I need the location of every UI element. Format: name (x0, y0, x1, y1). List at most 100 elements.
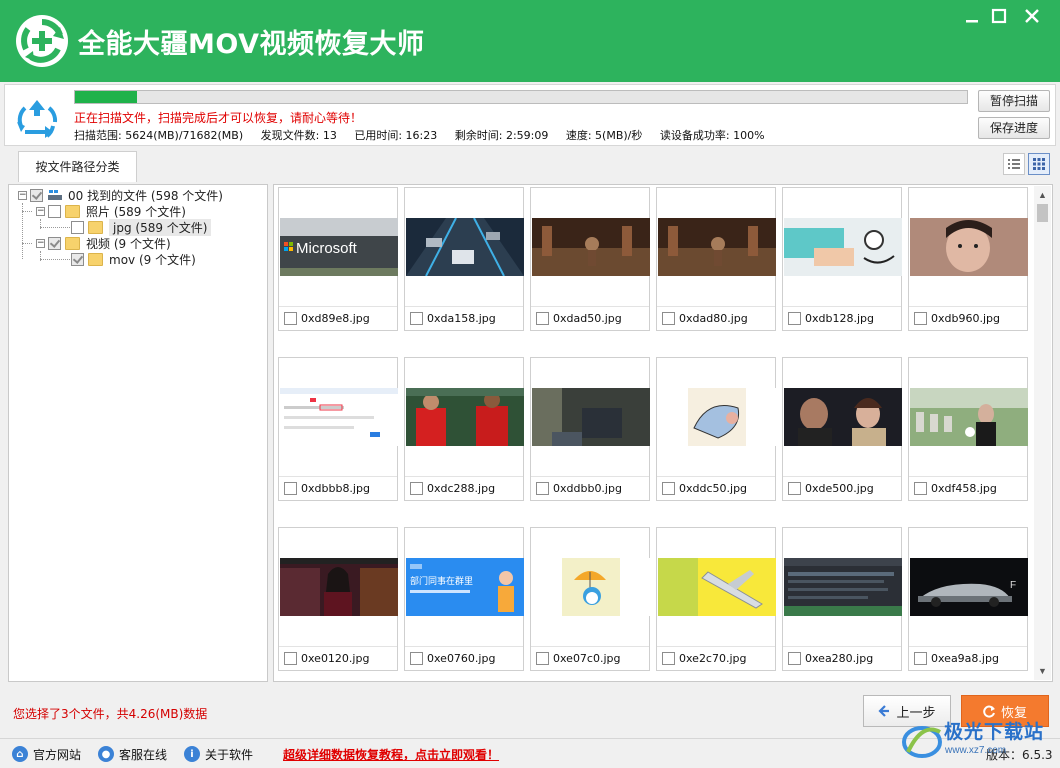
collapse-icon[interactable]: − (36, 206, 45, 216)
file-checkbox[interactable] (536, 482, 549, 495)
tree-item-mov[interactable]: mov (9 个文件) (71, 251, 196, 267)
file-checkbox[interactable] (284, 652, 297, 665)
file-thumbnail[interactable] (784, 388, 902, 446)
file-card[interactable]: 0xdad80.jpg (656, 187, 776, 331)
file-card[interactable]: 0xdb128.jpg (782, 187, 902, 331)
file-name: 0xdad50.jpg (553, 312, 622, 325)
file-checkbox[interactable] (410, 312, 423, 325)
maximize-icon[interactable] (988, 5, 1010, 27)
collapse-icon[interactable]: − (18, 190, 27, 200)
file-thumbnail[interactable] (280, 388, 398, 446)
file-thumbnail[interactable] (910, 218, 1028, 276)
about-label: 关于软件 (205, 747, 254, 762)
file-name: 0xdb128.jpg (805, 312, 874, 325)
tree-item-videos[interactable]: − 视频 (9 个文件) (36, 235, 171, 251)
close-icon[interactable] (1021, 5, 1043, 27)
file-card[interactable]: 0xe2c70.jpg (656, 527, 776, 671)
file-thumbnail[interactable] (784, 218, 902, 276)
file-checkbox[interactable] (662, 482, 675, 495)
file-checkbox[interactable] (662, 312, 675, 325)
file-thumbnail[interactable]: F (910, 558, 1028, 616)
drive-icon (47, 189, 63, 201)
mov-checkbox[interactable] (71, 252, 84, 266)
file-card[interactable]: 0xe07c0.jpg (530, 527, 650, 671)
file-checkbox[interactable] (410, 652, 423, 665)
file-card[interactable]: 0xdb960.jpg (908, 187, 1028, 331)
file-card[interactable]: 0xdc288.jpg (404, 357, 524, 501)
file-card[interactable]: 0xe0120.jpg (278, 527, 398, 671)
file-thumbnail[interactable]: Microsoft (280, 218, 398, 276)
file-name: 0xdbbb8.jpg (301, 482, 370, 495)
file-thumbnail[interactable] (406, 388, 524, 446)
file-thumbnail[interactable] (784, 558, 902, 616)
tutorial-promo-link[interactable]: 超级详细数据恢复教程，点击立即观看！ (283, 746, 499, 763)
file-card[interactable]: F 0xea9a8.jpg (908, 527, 1028, 671)
tree-item-photos[interactable]: − 照片 (589 个文件) (36, 203, 186, 219)
file-card[interactable]: 0xde500.jpg (782, 357, 902, 501)
file-thumbnail[interactable] (280, 558, 398, 616)
file-card[interactable]: 部门同事在群里 0xe0760.jpg (404, 527, 524, 671)
file-thumbnail[interactable] (658, 218, 776, 276)
file-name: 0xddbb0.jpg (553, 482, 622, 495)
file-thumbnail[interactable] (910, 388, 1028, 446)
file-card[interactable]: Microsoft 0xd89e8.jpg (278, 187, 398, 331)
tree-item-jpg[interactable]: jpg (589 个文件) (71, 218, 212, 236)
file-name: 0xdf458.jpg (931, 482, 997, 495)
file-thumbnail[interactable] (532, 388, 650, 446)
file-thumbnail[interactable] (658, 558, 776, 616)
file-checkbox[interactable] (914, 312, 927, 325)
grid-view-icon[interactable] (1028, 153, 1050, 175)
recycle-scan-icon (17, 100, 58, 138)
file-checkbox[interactable] (788, 312, 801, 325)
file-checkbox[interactable] (284, 312, 297, 325)
about-link[interactable]: i 关于软件 (184, 744, 253, 764)
file-thumbnail[interactable] (532, 218, 650, 276)
file-checkbox[interactable] (788, 652, 801, 665)
scroll-up-icon[interactable]: ▲ (1037, 190, 1048, 200)
save-progress-button[interactable]: 保存进度 (978, 117, 1050, 139)
file-checkbox[interactable] (788, 482, 801, 495)
file-thumbnail[interactable] (532, 558, 650, 616)
grid-scrollbar[interactable]: ▲ ▼ (1034, 186, 1051, 680)
file-card[interactable]: 0xea280.jpg (782, 527, 902, 671)
collapse-icon[interactable]: − (36, 238, 45, 248)
file-checkbox[interactable] (284, 482, 297, 495)
photos-checkbox[interactable] (48, 204, 61, 218)
tab-by-path[interactable]: 按文件路径分类 (18, 151, 137, 182)
videos-checkbox[interactable] (48, 236, 61, 250)
scan-range: 扫描范围: 5624(MB)/71682(MB) (74, 129, 244, 142)
root-checkbox[interactable] (30, 188, 43, 202)
list-view-icon[interactable] (1003, 153, 1025, 175)
file-card[interactable]: 0xdad50.jpg (530, 187, 650, 331)
file-card[interactable]: 0xddbb0.jpg (530, 357, 650, 501)
file-checkbox[interactable] (536, 652, 549, 665)
official-site-link[interactable]: ⌂ 官方网站 (12, 744, 81, 764)
file-checkbox[interactable] (914, 482, 927, 495)
card-divider (405, 306, 523, 307)
file-thumbnail[interactable]: 部门同事在群里 (406, 558, 524, 616)
file-checkbox[interactable] (410, 482, 423, 495)
file-card[interactable]: 0xdbbb8.jpg (278, 357, 398, 501)
file-card[interactable]: 0xddc50.jpg (656, 357, 776, 501)
minimize-icon[interactable] (961, 5, 983, 27)
tree-label-root: 00 找到的文件 (598 个文件) (68, 188, 223, 203)
support-link[interactable]: ● 客服在线 (98, 744, 167, 764)
selection-info: 您选择了3个文件，共4.26(MB)数据 (13, 707, 208, 721)
file-checkbox[interactable] (536, 312, 549, 325)
file-checkbox[interactable] (914, 652, 927, 665)
file-card[interactable]: 0xda158.jpg (404, 187, 524, 331)
pause-scan-button[interactable]: 暂停扫描 (978, 90, 1050, 112)
file-card[interactable]: 0xdf458.jpg (908, 357, 1028, 501)
file-thumbnail[interactable] (406, 218, 524, 276)
card-divider (405, 646, 523, 647)
svg-text:F: F (1010, 580, 1016, 591)
scroll-down-icon[interactable]: ▼ (1037, 666, 1048, 676)
jpg-checkbox[interactable] (71, 220, 84, 234)
scan-progress-fill (75, 91, 138, 103)
file-thumbnail[interactable] (658, 388, 776, 446)
folder-icon (65, 204, 80, 218)
scroll-thumb[interactable] (1037, 204, 1048, 222)
file-checkbox[interactable] (662, 652, 675, 665)
tree-item-root[interactable]: − 00 找到的文件 (598 个文件) (18, 187, 223, 203)
card-divider (531, 476, 649, 477)
